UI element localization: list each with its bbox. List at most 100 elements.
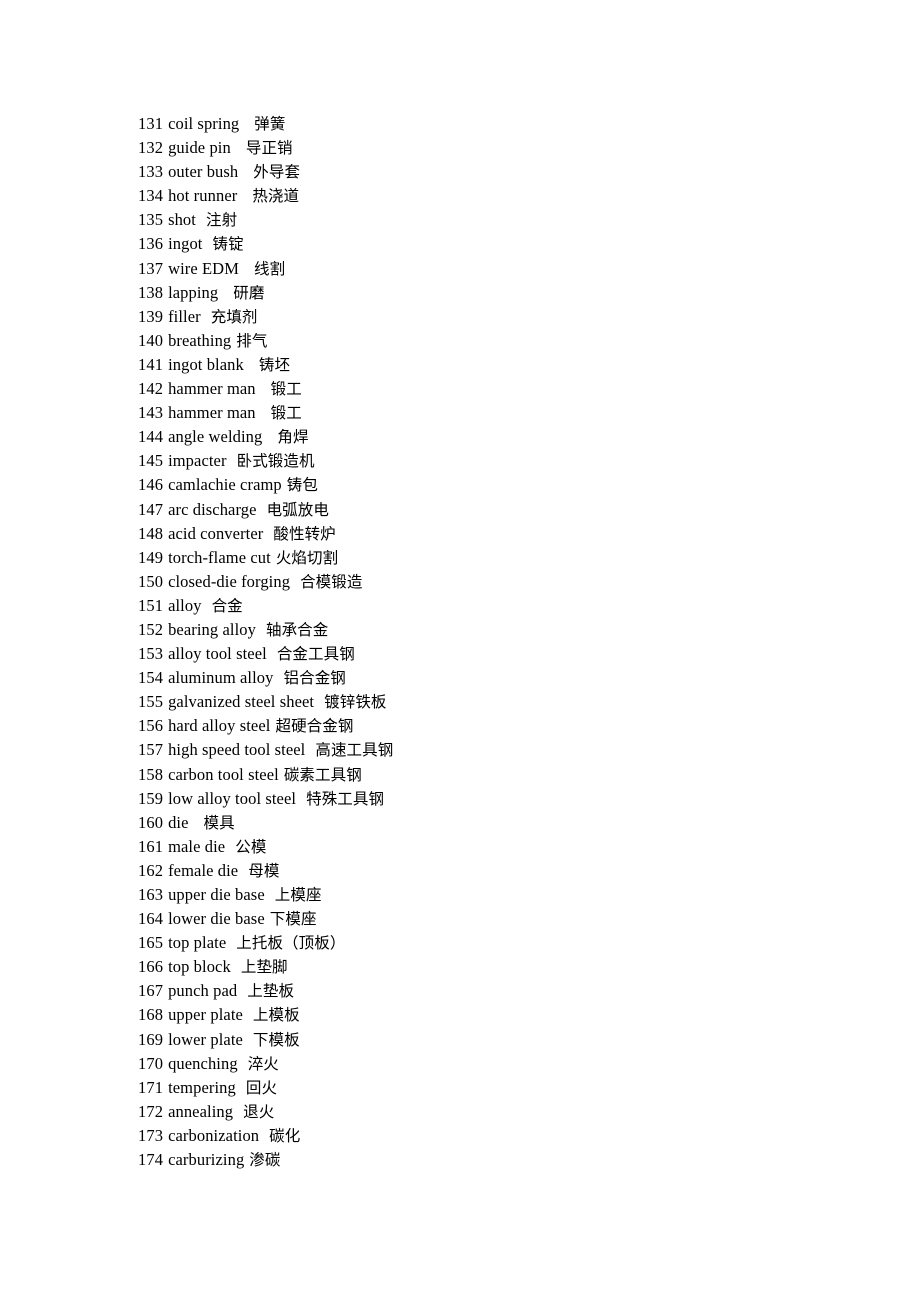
entry-chinese-term: 退火	[243, 1102, 275, 1121]
glossary-entry: 154 aluminum alloy 铝合金钢	[138, 666, 838, 690]
glossary-entry: 145 impacter 卧式锻造机	[138, 449, 838, 473]
entry-english-term: ingot blank	[168, 354, 244, 374]
entry-chinese-term: 镀锌铁板	[324, 693, 387, 712]
glossary-entry: 160 die 模具	[138, 811, 838, 835]
entry-chinese-term: 回火	[245, 1078, 278, 1097]
entry-chinese-term: 上垫板	[247, 982, 295, 1001]
entry-chinese-term: 淬火	[247, 1054, 279, 1073]
entry-chinese-term: 模具	[203, 813, 235, 832]
entry-chinese-term: 线割	[253, 259, 286, 278]
glossary-entry: 163 upper die base 上模座	[138, 883, 838, 907]
entry-number: 166	[138, 957, 164, 977]
entry-chinese-term: 碳素工具钢	[283, 765, 362, 784]
entry-number: 161	[138, 836, 164, 856]
entry-chinese-term: 母模	[248, 861, 280, 880]
glossary-entry: 167 punch pad 上垫板	[138, 979, 838, 1003]
entry-chinese-term: 充填剂	[210, 307, 258, 326]
entry-number: 172	[138, 1101, 164, 1121]
entry-english-term: outer bush	[168, 162, 239, 182]
document-page: 131 coil spring 弹簧 132 guide pin 导正销 133 outer …	[0, 0, 920, 1302]
glossary-entry: 148 acid converter 酸性转炉	[138, 522, 838, 546]
entry-english-term: impacter	[168, 451, 227, 471]
entry-english-term: torch-flame cut	[168, 547, 271, 567]
glossary-entry: 140 breathing 排气	[138, 329, 838, 353]
entry-number: 136	[138, 234, 164, 254]
glossary-entry: 162 female die 母模	[138, 859, 838, 883]
glossary-entry: 135 shot 注射	[138, 208, 838, 232]
entry-english-term: male die	[168, 836, 226, 856]
entry-chinese-term: 铸锭	[212, 235, 244, 254]
glossary-entry: 138 lapping 研磨	[138, 281, 838, 305]
glossary-entry: 136 ingot 铸锭	[138, 232, 838, 256]
glossary-entry: 156 hard alloy steel 超硬合金钢	[138, 714, 838, 738]
entry-number: 162	[138, 860, 164, 880]
glossary-entry: 142 hammer man 锻工	[138, 377, 838, 401]
entry-number: 135	[138, 210, 164, 230]
entry-number: 141	[138, 354, 164, 374]
entry-english-term: arc discharge	[168, 499, 257, 519]
entry-english-term: lapping	[168, 282, 219, 302]
entry-english-term: wire EDM	[168, 258, 239, 278]
entry-chinese-term: 上模板	[252, 1006, 300, 1025]
entry-number: 142	[138, 379, 164, 399]
glossary-entry: 157 high speed tool steel 高速工具钢	[138, 738, 838, 762]
entry-english-term: hammer man	[168, 379, 256, 399]
entry-chinese-term: 上垫脚	[240, 958, 288, 977]
entry-english-term: top plate	[168, 933, 227, 953]
entry-chinese-term: 电弧放电	[266, 500, 329, 519]
entry-number: 152	[138, 619, 164, 639]
entry-english-term: high speed tool steel	[168, 740, 306, 760]
entry-chinese-term: 高速工具钢	[315, 741, 394, 760]
glossary-entry: 165 top plate 上托板（顶板）	[138, 931, 838, 955]
glossary-entry: 146 camlachie cramp 铸包	[138, 473, 838, 497]
entry-number: 173	[138, 1125, 164, 1145]
entry-chinese-term: 酸性转炉	[273, 524, 336, 543]
entry-english-term: annealing	[168, 1101, 234, 1121]
entry-english-term: aluminum alloy	[168, 668, 274, 688]
glossary-entry: 139 filler 充填剂	[138, 305, 838, 329]
entry-number: 159	[138, 788, 164, 808]
glossary-entry: 141 ingot blank 铸坯	[138, 353, 838, 377]
glossary-entry: 166 top block 上垫脚	[138, 955, 838, 979]
entry-english-term: alloy tool steel	[168, 644, 267, 664]
entry-english-term: carbon tool steel	[168, 764, 279, 784]
entry-number: 168	[138, 1005, 164, 1025]
entry-number: 143	[138, 403, 164, 423]
entry-chinese-term: 注射	[205, 211, 238, 230]
entry-english-term: closed-die forging	[168, 571, 291, 591]
entry-number: 147	[138, 499, 164, 519]
entry-chinese-term: 弹簧	[254, 115, 286, 133]
glossary-entry: 171 tempering 回火	[138, 1076, 838, 1100]
entry-number: 137	[138, 258, 164, 278]
glossary-entry: 174 carburizing 渗碳	[138, 1148, 838, 1172]
glossary-entry: 147 arc discharge 电弧放电	[138, 498, 838, 522]
entry-number: 156	[138, 716, 164, 736]
entry-number: 160	[138, 812, 164, 832]
glossary-list: 131 coil spring 弹簧 132 guide pin 导正销 133 outer …	[138, 112, 838, 1172]
entry-english-term: galvanized steel sheet	[168, 692, 315, 712]
entry-number: 148	[138, 523, 164, 543]
entry-chinese-term: 铸包	[286, 476, 318, 495]
entry-number: 144	[138, 427, 164, 447]
entry-number: 139	[138, 306, 164, 326]
entry-number: 164	[138, 909, 164, 929]
glossary-entry: 143 hammer man 锻工	[138, 401, 838, 425]
glossary-entry: 155 galvanized steel sheet 镀锌铁板	[138, 690, 838, 714]
glossary-entry: 150 closed-die forging 合模锻造	[138, 570, 838, 594]
glossary-entry: 132 guide pin 导正销	[138, 136, 838, 160]
glossary-entry: 133 outer bush 外导套	[138, 160, 838, 184]
glossary-entry: 152 bearing alloy 轴承合金	[138, 618, 838, 642]
entry-chinese-term: 排气	[236, 331, 268, 350]
glossary-entry: 161 male die 公模	[138, 835, 838, 859]
entry-chinese-term: 铸坯	[258, 355, 291, 374]
entry-english-term: ingot	[168, 234, 203, 254]
glossary-entry: 159 low alloy tool steel 特殊工具钢	[138, 787, 838, 811]
entry-number: 154	[138, 668, 164, 688]
entry-chinese-term: 上托板（顶板）	[236, 934, 346, 953]
entry-english-term: low alloy tool steel	[168, 788, 297, 808]
entry-english-term: acid converter	[168, 523, 264, 543]
entry-number: 145	[138, 451, 164, 471]
entry-chinese-term: 角焊	[277, 428, 309, 447]
glossary-entry: 134 hot runner 热浇道	[138, 184, 838, 208]
entry-english-term: carbonization	[168, 1125, 260, 1145]
